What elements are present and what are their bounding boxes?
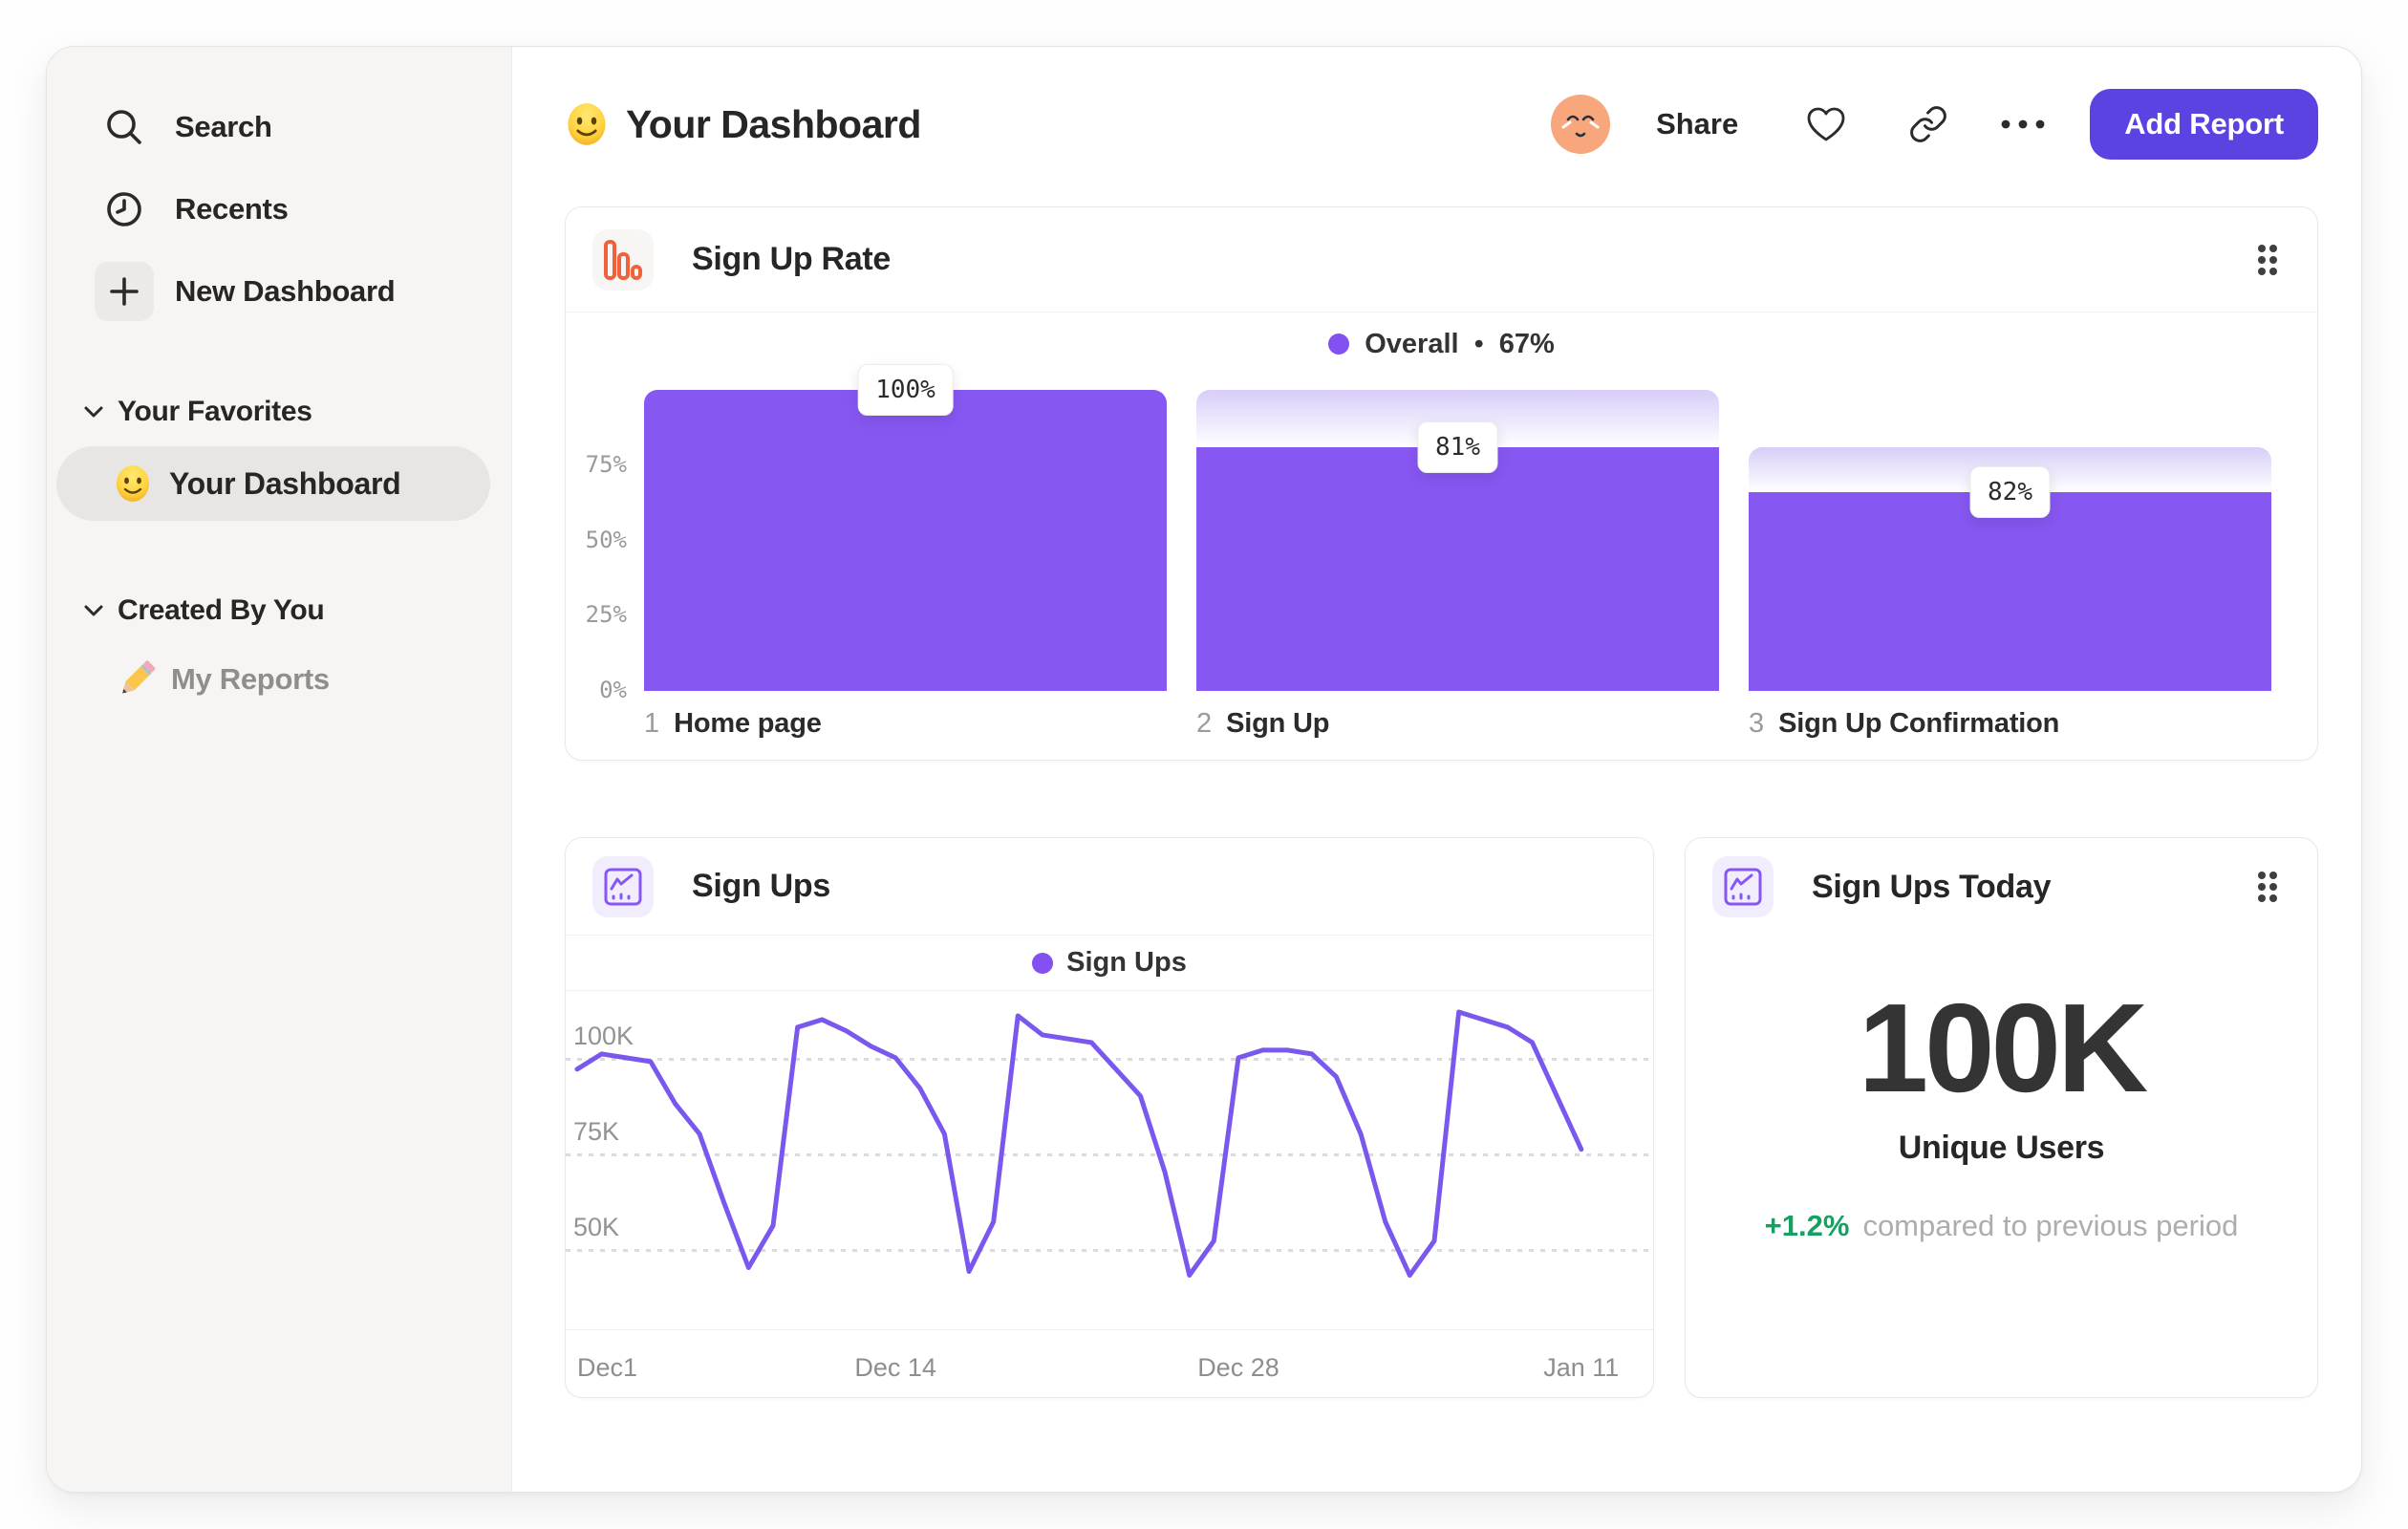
favorite-heart-icon[interactable]: [1805, 105, 1847, 143]
step-name: Sign Up Confirmation: [1778, 708, 2060, 739]
funnel-y-tick: 0%: [599, 677, 627, 703]
funnel-bar-tooltip: 100%: [857, 364, 954, 416]
sidebar-item-label: New Dashboard: [175, 274, 396, 308]
kpi-sublabel: Unique Users: [1898, 1130, 2105, 1166]
kpi-value: 100K: [1858, 978, 2149, 1118]
sidebar-section-created-by-you[interactable]: Created By You: [47, 584, 511, 637]
step-number: 1: [644, 708, 660, 739]
sign-ups-card-header: Sign Ups: [566, 838, 1653, 936]
sidebar-item-label: My Reports: [171, 662, 330, 696]
funnel-step-label-1: 1 Home page: [644, 708, 1167, 740]
step-name: Sign Up: [1226, 708, 1330, 739]
funnel-bar-fill: [1196, 446, 1719, 691]
clock-icon: [95, 180, 154, 239]
funnel-y-tick: 25%: [585, 601, 627, 629]
line-chart-icon: [592, 855, 654, 917]
sidebar-item-my-reports[interactable]: My Reports: [47, 649, 511, 710]
funnel-y-tick: 75%: [585, 450, 627, 478]
sidebar-item-label: Search: [175, 110, 272, 143]
funnel-bar-2[interactable]: 81%: [1196, 390, 1719, 691]
legend-dot: [1032, 952, 1054, 974]
line-plot-area[interactable]: 100K 75K 50K: [566, 991, 1653, 1330]
line-x-tick: Dec 28: [1197, 1353, 1279, 1382]
sidebar: Search Recents New Dashboard Your Favori…: [47, 47, 512, 1492]
sidebar-item-recents[interactable]: Recents: [47, 179, 511, 240]
line-x-axis: Dec1 Dec 14 Dec 28 Jan 11: [566, 1330, 1653, 1397]
legend-value: 67%: [1498, 328, 1555, 359]
sidebar-item-your-dashboard[interactable]: Your Dashboard: [56, 446, 490, 521]
sign-up-rate-card-header: Sign Up Rate: [566, 207, 2317, 312]
section-title: Your Favorites: [118, 396, 312, 427]
funnel-bar-tooltip: 81%: [1417, 420, 1498, 473]
sign-up-rate-card: Sign Up Rate Overall • 67% 75% 50% 25% 0% 10…: [565, 206, 2318, 761]
app-window: Search Recents New Dashboard Your Favori…: [46, 46, 2362, 1493]
sign-ups-today-card-header: Sign Ups Today: [1686, 838, 2317, 936]
drag-handle-icon[interactable]: [2254, 241, 2281, 279]
line-x-tick: Dec1: [577, 1353, 638, 1382]
sign-ups-card: Sign Ups Sign Ups 100K 75K 50K Dec1 Dec 14 D…: [565, 837, 1654, 1398]
card-title: Sign Ups Today: [1812, 868, 2052, 905]
page-header: Your Dashboard Share Add Report: [565, 89, 2318, 160]
legend-label: Overall: [1365, 328, 1459, 359]
page-title: Your Dashboard: [626, 101, 921, 146]
funnel-bar-fill: [1749, 492, 2271, 691]
kpi-body: 100K Unique Users +1.2% compared to prev…: [1686, 936, 2317, 1397]
user-avatar[interactable]: [1551, 95, 1611, 154]
legend-dot: [1328, 334, 1350, 355]
more-options-icon[interactable]: [1998, 118, 2048, 131]
funnel-plot-area[interactable]: 75% 50% 25% 0% 100% 81% 82%: [568, 364, 2315, 703]
funnel-bar-1[interactable]: 100%: [644, 364, 1167, 691]
funnel-step-label-2: 2 Sign Up: [1196, 708, 1719, 740]
smiley-emoji-icon: [114, 463, 152, 504]
funnel-legend[interactable]: Overall • 67%: [566, 312, 2317, 376]
legend-separator: •: [1473, 328, 1484, 359]
smiley-emoji-icon: [565, 100, 609, 148]
bar-chart-icon: [592, 228, 654, 291]
card-title: Sign Up Rate: [692, 241, 891, 277]
funnel-bar-fill: [644, 390, 1167, 691]
legend-label: Sign Ups: [1066, 947, 1187, 978]
funnel-step-labels: 1 Home page 2 Sign Up 3 Sign Up Confirmation: [644, 708, 2271, 740]
sidebar-item-search[interactable]: Search: [47, 97, 511, 158]
sidebar-item-new-dashboard[interactable]: New Dashboard: [47, 261, 511, 322]
step-number: 3: [1749, 708, 1765, 739]
card-title: Sign Ups: [692, 868, 830, 904]
kpi-delta-note: compared to previous period: [1862, 1209, 2239, 1242]
funnel-y-tick: 50%: [585, 526, 627, 553]
step-number: 2: [1196, 708, 1213, 739]
line-legend[interactable]: Sign Ups: [566, 936, 1653, 991]
step-name: Home page: [674, 708, 822, 739]
line-x-tick: Jan 11: [1543, 1353, 1620, 1382]
share-button[interactable]: Share: [1656, 107, 1738, 141]
line-chart-icon: [1712, 856, 1774, 917]
sidebar-item-label: Recents: [175, 192, 289, 226]
sign-ups-line-svg: [574, 1009, 1584, 1278]
plus-icon: [95, 262, 154, 321]
kpi-delta: +1.2%: [1764, 1209, 1850, 1242]
funnel-bar-3[interactable]: 82%: [1749, 390, 2271, 691]
sidebar-section-your-favorites[interactable]: Your Favorites: [47, 385, 511, 439]
funnel-bar-tooltip: 82%: [1969, 466, 2051, 519]
copy-link-icon[interactable]: [1908, 104, 1948, 144]
funnel-step-label-3: 3 Sign Up Confirmation: [1749, 708, 2271, 740]
chevron-down-icon: [83, 405, 112, 419]
sidebar-item-label: Your Dashboard: [169, 465, 401, 501]
chevron-down-icon: [83, 604, 112, 617]
sign-ups-today-card: Sign Ups Today 100K Unique Users +1.2% c…: [1685, 837, 2318, 1398]
section-title: Created By You: [118, 594, 325, 626]
drag-handle-icon[interactable]: [2254, 868, 2281, 906]
pencil-emoji-icon: [116, 659, 156, 700]
main-content: Your Dashboard Share Add Report Sign Up …: [512, 47, 2361, 1492]
add-report-button[interactable]: Add Report: [2090, 89, 2318, 160]
search-icon: [95, 97, 154, 157]
line-x-tick: Dec 14: [854, 1353, 936, 1382]
sign-ups-series-line: [574, 1009, 1584, 1278]
